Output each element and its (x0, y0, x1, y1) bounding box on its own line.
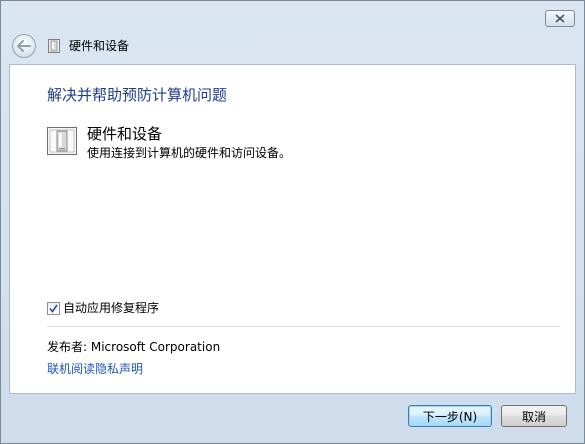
publisher-text: 发布者: Microsoft Corporation (47, 340, 221, 354)
back-button[interactable] (12, 34, 36, 58)
auto-fix-label[interactable]: 自动应用修复程序 (63, 300, 159, 316)
divider (47, 326, 559, 327)
privacy-statement-link[interactable]: 联机阅读隐私声明 (47, 361, 143, 377)
hardware-device-icon (47, 127, 77, 155)
hardware-device-icon (48, 39, 60, 53)
navigation-bar: 硬件和设备 (1, 31, 584, 63)
auto-fix-option[interactable]: 自动应用修复程序 (47, 299, 159, 317)
cancel-button[interactable]: 取消 (501, 405, 567, 427)
next-button[interactable]: 下一步(N) (408, 405, 492, 427)
checkmark-icon (49, 304, 58, 313)
back-arrow-icon (17, 40, 31, 52)
page-heading: 解决并帮助预防计算机问题 (47, 86, 228, 104)
title-bar (1, 1, 584, 33)
troubleshooter-window: 硬件和设备 解决并帮助预防计算机问题 硬件和设备 使用连接到计算机的硬件和访问设… (0, 0, 585, 444)
task-title: 硬件和设备 (87, 125, 163, 143)
content-panel: 解决并帮助预防计算机问题 硬件和设备 使用连接到计算机的硬件和访问设备。 自动应… (9, 64, 576, 394)
close-icon (555, 14, 565, 23)
troubleshooter-task: 硬件和设备 使用连接到计算机的硬件和访问设备。 (47, 125, 527, 165)
close-button[interactable] (545, 10, 575, 27)
task-description: 使用连接到计算机的硬件和访问设备。 (87, 146, 292, 160)
nav-title: 硬件和设备 (69, 39, 130, 53)
auto-fix-checkbox[interactable] (47, 301, 60, 315)
